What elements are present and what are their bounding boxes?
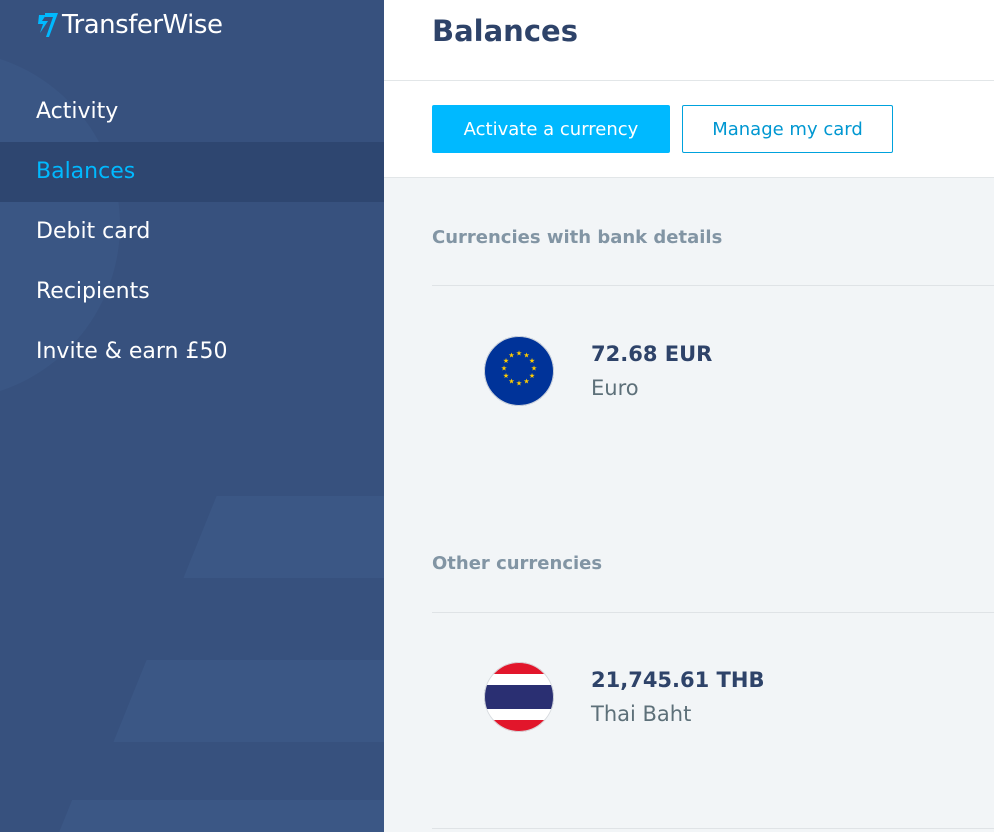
section-heading-other-currencies: Other currencies	[432, 553, 603, 574]
svg-text:★: ★	[508, 378, 514, 386]
toolbar: Activate a currency Manage my card	[384, 81, 994, 178]
svg-text:★: ★	[508, 352, 514, 360]
sidebar-decoration-shape	[113, 660, 384, 742]
balance-amount: 21,745.61 THB	[591, 668, 765, 692]
svg-text:★: ★	[503, 372, 509, 380]
svg-text:★: ★	[523, 378, 529, 386]
currency-row-eur[interactable]: ★ ★ ★ ★ ★ ★ ★ ★ ★ ★ ★ ★ 72.68 EUR Euro	[484, 336, 984, 416]
page-title: Balances	[432, 14, 578, 48]
page-header: Balances	[384, 0, 994, 81]
currency-name: Thai Baht	[591, 702, 692, 726]
main-content: Balances Activate a currency Manage my c…	[384, 0, 994, 832]
sidebar-item-debit-card[interactable]: Debit card	[0, 202, 384, 262]
balance-amount: 72.68 EUR	[591, 342, 713, 366]
currency-row-thb[interactable]: 21,745.61 THB Thai Baht	[484, 662, 984, 742]
currency-name: Euro	[591, 376, 639, 400]
sidebar-decoration-shape	[183, 496, 384, 578]
transferwise-flag-icon	[38, 13, 58, 37]
manage-card-button[interactable]: Manage my card	[682, 105, 893, 153]
svg-text:★: ★	[501, 365, 507, 373]
divider	[432, 828, 994, 829]
eu-flag-icon: ★ ★ ★ ★ ★ ★ ★ ★ ★ ★ ★ ★	[484, 336, 554, 406]
sidebar-item-recipients[interactable]: Recipients	[0, 262, 384, 322]
sidebar-decoration-shape	[47, 800, 384, 832]
logo-text: TransferWise	[62, 10, 223, 40]
svg-text:★: ★	[529, 372, 535, 380]
activate-currency-button[interactable]: Activate a currency	[432, 105, 670, 153]
svg-text:★: ★	[516, 350, 522, 358]
divider	[432, 612, 994, 613]
sidebar-item-activity[interactable]: Activity	[0, 82, 384, 142]
logo[interactable]: TransferWise	[36, 10, 223, 40]
section-heading-bank-details: Currencies with bank details	[432, 227, 723, 248]
sidebar-nav: Activity Balances Debit card Recipients …	[0, 82, 384, 382]
svg-text:★: ★	[516, 380, 522, 388]
sidebar-item-invite[interactable]: Invite & earn £50	[0, 322, 384, 382]
sidebar: TransferWise Activity Balances Debit car…	[0, 0, 384, 832]
thailand-flag-icon	[484, 662, 554, 732]
divider	[432, 285, 994, 286]
sidebar-item-balances[interactable]: Balances	[0, 142, 384, 202]
